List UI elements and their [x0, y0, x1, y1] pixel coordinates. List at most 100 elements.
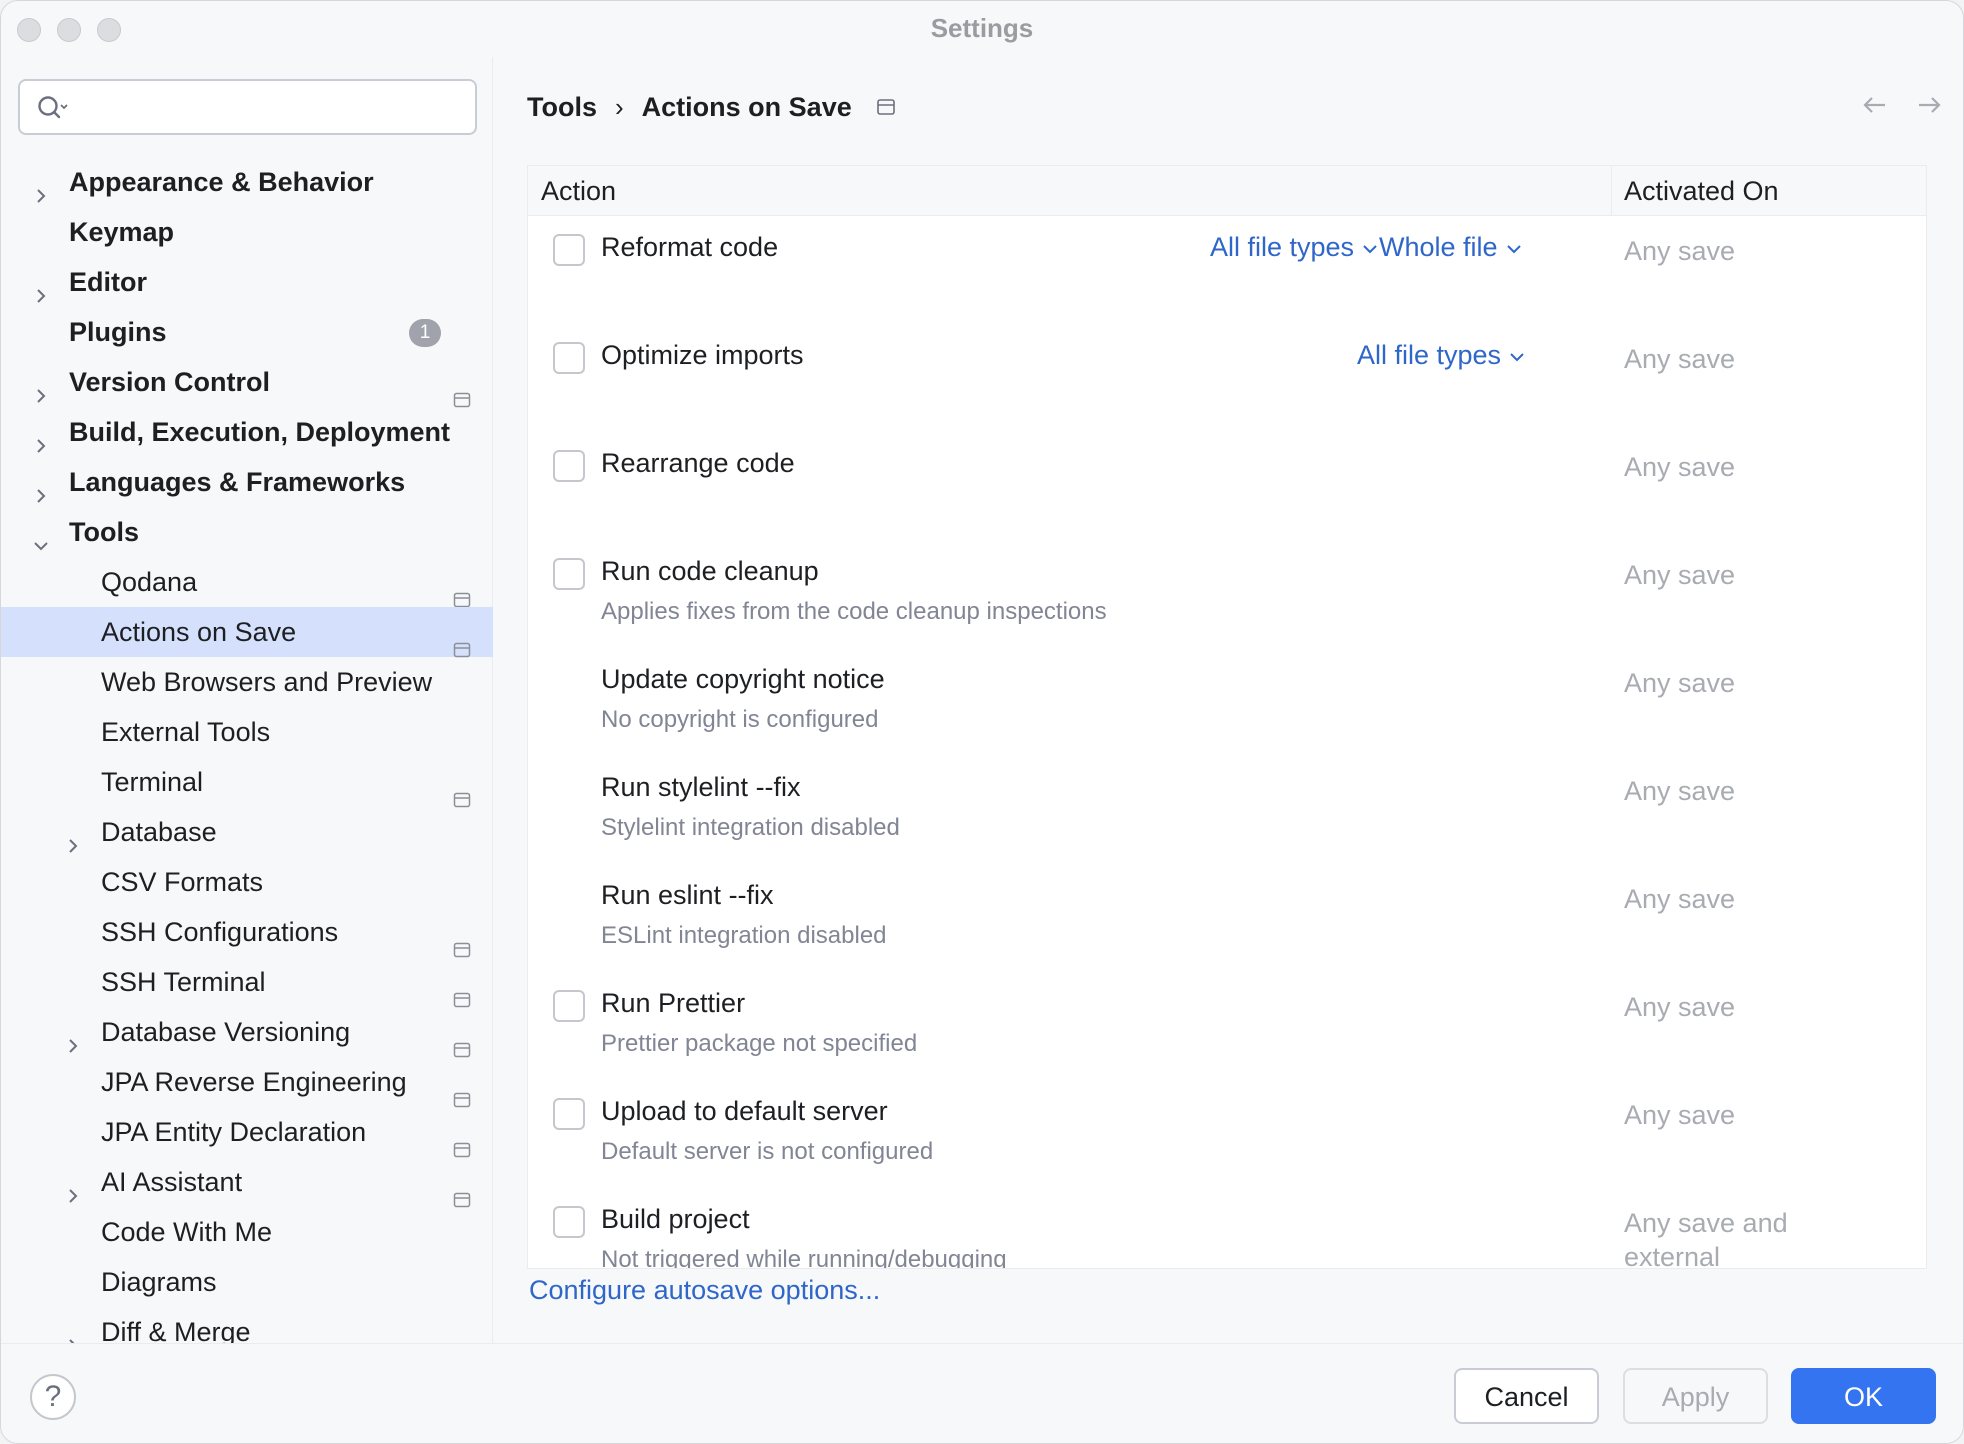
sidebar-item-label: SSH Configurations	[101, 917, 339, 947]
sidebar-item-label: External Tools	[101, 717, 271, 747]
sidebar-item-jpa-reverse-engineering[interactable]: JPA Reverse Engineering	[1, 1057, 493, 1108]
apply-button[interactable]: Apply	[1623, 1368, 1768, 1424]
sidebar-item-label: Version Control	[69, 367, 271, 397]
sidebar-item-keymap[interactable]: Keymap	[1, 207, 493, 257]
project-scope-icon	[876, 92, 896, 123]
checkbox-reformat-code[interactable]	[553, 234, 585, 266]
dropdown-label: All file types	[1357, 340, 1502, 370]
sidebar-item-label: Database Versioning	[101, 1017, 351, 1047]
settings-tree: Appearance & Behavior Keymap Editor Plugins…	[1, 157, 493, 1357]
forward-arrow-icon[interactable]	[1915, 93, 1943, 122]
dropdown-whole-file[interactable]: Whole file	[1379, 232, 1522, 263]
sidebar-item-jpa-entity-declaration[interactable]: JPA Entity Declaration	[1, 1107, 493, 1158]
title-bar: Settings	[1, 1, 1963, 57]
breadcrumb-current: Actions on Save	[641, 91, 852, 122]
action-title[interactable]: Optimize imports	[601, 340, 804, 371]
checkbox-run-prettier[interactable]	[553, 990, 585, 1022]
sidebar-item-label: Keymap	[69, 217, 175, 247]
checkbox-rearrange-code[interactable]	[553, 450, 585, 482]
sidebar-item-diagrams[interactable]: Diagrams	[1, 1257, 493, 1307]
action-title[interactable]: Update copyright notice	[601, 664, 885, 695]
sidebar-item-label: JPA Entity Declaration	[101, 1117, 367, 1147]
breadcrumb-parent[interactable]: Tools	[527, 92, 597, 123]
table-row: Build project Not triggered while running…	[528, 1188, 1926, 1269]
help-button[interactable]: ?	[30, 1374, 76, 1420]
sidebar-item-label: Actions on Save	[101, 617, 297, 647]
activated-on-value: Any save and external change	[1624, 1208, 1788, 1269]
dialog-footer: ? Cancel Apply OK	[1, 1343, 1963, 1443]
sidebar-item-qodana[interactable]: Qodana	[1, 557, 493, 608]
sidebar-item-external-tools[interactable]: External Tools	[1, 707, 493, 757]
breadcrumb-separator: ›	[615, 91, 624, 122]
column-header-activated-on[interactable]: Activated On	[1624, 166, 1779, 216]
chevron-down-icon	[1354, 232, 1378, 262]
back-arrow-icon[interactable]	[1861, 93, 1889, 122]
sidebar-item-label: Build, Execution, Deployment	[69, 417, 451, 447]
ok-button[interactable]: OK	[1791, 1368, 1936, 1424]
checkbox-optimize-imports[interactable]	[553, 342, 585, 374]
activated-on-value: Any save	[1624, 344, 1736, 374]
checkbox-build-project[interactable]	[553, 1206, 585, 1238]
action-title[interactable]: Build project	[601, 1204, 750, 1235]
action-title[interactable]: Upload to default server	[601, 1096, 888, 1127]
sidebar-item-database[interactable]: Database	[1, 807, 493, 857]
table-row: Run Prettier Prettier package not specifi…	[528, 972, 1926, 1080]
settings-window: Settings Appearance & Behavior Keymap Edit…	[0, 0, 1964, 1444]
sidebar-item-version-control[interactable]: Version Control	[1, 357, 493, 408]
sidebar-item-build-execution-deployment[interactable]: Build, Execution, Deployment	[1, 407, 493, 457]
checkbox-upload-to-default-server[interactable]	[553, 1098, 585, 1130]
sidebar-item-label: SSH Terminal	[101, 967, 266, 997]
action-title[interactable]: Run code cleanup	[601, 556, 819, 587]
sidebar-item-editor[interactable]: Editor	[1, 257, 493, 307]
action-title[interactable]: Rearrange code	[601, 448, 795, 479]
sidebar-item-ai-assistant[interactable]: AI Assistant	[1, 1157, 493, 1208]
action-title[interactable]: Run stylelint --fix	[601, 772, 801, 803]
sidebar-item-label: AI Assistant	[101, 1167, 243, 1197]
action-description: Not triggered while running/debugging	[601, 1246, 1007, 1269]
checkbox-run-code-cleanup[interactable]	[553, 558, 585, 590]
sidebar-item-database-versioning[interactable]: Database Versioning	[1, 1007, 493, 1058]
sidebar-item-actions-on-save[interactable]: Actions on Save	[1, 607, 493, 658]
dropdown-all-file-types[interactable]: All file types	[1357, 340, 1525, 371]
chevron-down-icon	[1501, 340, 1525, 370]
sidebar-item-csv-formats[interactable]: CSV Formats	[1, 857, 493, 907]
sidebar-item-languages-frameworks[interactable]: Languages & Frameworks	[1, 457, 493, 507]
table-row: Reformat code All file types Whole file Any…	[528, 216, 1926, 324]
sidebar-item-ssh-terminal[interactable]: SSH Terminal	[1, 957, 493, 1008]
activated-on-value: Any save	[1624, 560, 1736, 590]
dropdown-label: Whole file	[1379, 232, 1498, 262]
sidebar-item-code-with-me[interactable]: Code With Me	[1, 1207, 493, 1257]
activated-on-value: Any save	[1624, 236, 1736, 266]
action-title[interactable]: Run Prettier	[601, 988, 745, 1019]
action-description: Default server is not configured	[601, 1138, 934, 1165]
search-icon	[36, 94, 70, 127]
activated-on-value: Any save	[1624, 668, 1736, 698]
sidebar-item-terminal[interactable]: Terminal	[1, 757, 493, 808]
configure-autosave-link[interactable]: Configure autosave options...	[529, 1275, 880, 1306]
sidebar-item-label: Editor	[69, 267, 147, 297]
table-header: Action Activated On	[528, 166, 1926, 216]
dropdown-all-file-types[interactable]: All file types	[1210, 232, 1378, 263]
search-input[interactable]	[18, 79, 477, 135]
sidebar-item-label: Plugins	[69, 317, 167, 347]
sidebar-item-web-browsers-and-preview[interactable]: Web Browsers and Preview	[1, 657, 493, 707]
sidebar-item-ssh-configurations[interactable]: SSH Configurations	[1, 907, 493, 958]
actions-table: Action Activated On Reformat code All fil…	[527, 165, 1927, 1269]
sidebar-item-label: JPA Reverse Engineering	[101, 1067, 407, 1097]
table-row: Run eslint --fix ESLint integration disab…	[528, 864, 1926, 972]
sidebar-item-label: Terminal	[101, 767, 204, 797]
table-row: Update copyright notice No copyright is c…	[528, 648, 1926, 756]
sidebar-item-label: Qodana	[101, 567, 198, 597]
sidebar-item-tools[interactable]: Tools	[1, 507, 493, 557]
cancel-button[interactable]: Cancel	[1454, 1368, 1599, 1424]
sidebar-item-label: Code With Me	[101, 1217, 273, 1247]
column-header-action[interactable]: Action	[541, 166, 616, 216]
settings-sidebar: Appearance & Behavior Keymap Editor Plugins…	[1, 57, 493, 1353]
activated-on-value: Any save	[1624, 884, 1736, 914]
sidebar-item-plugins[interactable]: Plugins 1	[1, 307, 493, 357]
activated-on-value: Any save	[1624, 776, 1736, 806]
table-row: Upload to default server Default server i…	[528, 1080, 1926, 1188]
sidebar-item-appearance-behavior[interactable]: Appearance & Behavior	[1, 157, 493, 207]
action-title[interactable]: Reformat code	[601, 232, 778, 263]
action-title[interactable]: Run eslint --fix	[601, 880, 774, 911]
